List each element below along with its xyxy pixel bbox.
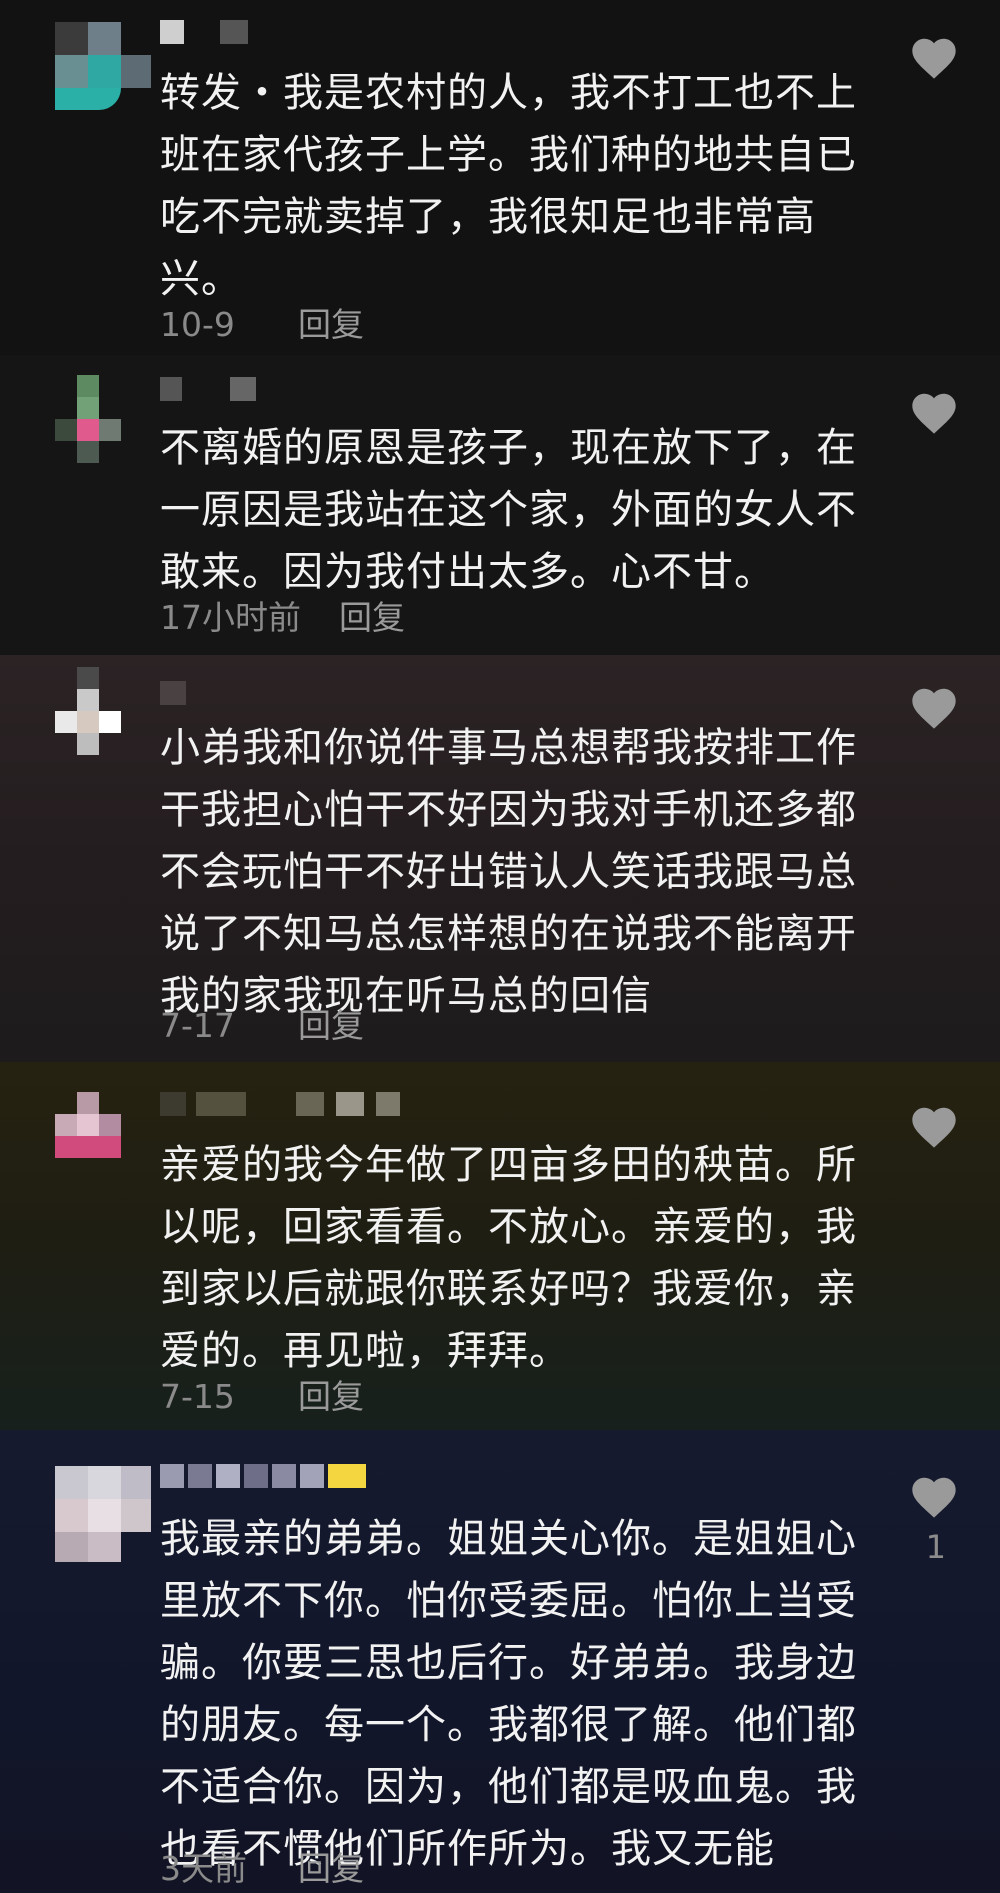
avatar[interactable]	[55, 1092, 155, 1192]
comment-meta: 17小时前 回复	[160, 591, 405, 639]
comment-item: 转发・我是农村的人，我不打工也不上 班在家代孩子上学。我们种的地共自已 吃不完就…	[0, 0, 1000, 355]
avatar[interactable]	[55, 22, 155, 122]
comment-meta: 7-17 回复	[160, 999, 364, 1047]
comment-date: 3天前	[160, 1849, 247, 1888]
reply-button[interactable]: 回复	[298, 298, 364, 346]
like-count: 1	[925, 1528, 946, 1566]
comment-item: 我最亲的弟弟。姐姐关心你。是姐姐心 里放不下你。怕你受委屈。怕你上当受 骗。你要…	[0, 1430, 1000, 1893]
comment-text: 亲爱的我今年做了四亩多田的秧苗。所 以呢，回家看看。不放心。亲爱的，我 到家以后…	[160, 1142, 857, 1374]
reply-button[interactable]: 回复	[298, 999, 364, 1047]
comment-date: 7-17	[160, 1006, 235, 1045]
avatar[interactable]	[55, 1466, 155, 1566]
avatar[interactable]	[55, 375, 155, 475]
comment-text: 小弟我和你说件事马总想帮我按排工作 干我担心怕干不好因为我对手机还多都 不会玩怕…	[160, 725, 857, 1019]
comment-meta: 3天前 回复	[160, 1842, 364, 1890]
heart-icon[interactable]	[908, 1102, 960, 1150]
comment-item: 不离婚的原恩是孩子，现在放下了，在 一原因是我站在这个家，外面的女人不 敢来。因…	[0, 355, 1000, 655]
reply-button[interactable]: 回复	[339, 591, 405, 639]
comment-text: 不离婚的原恩是孩子，现在放下了，在 一原因是我站在这个家，外面的女人不 敢来。因…	[160, 425, 857, 595]
comment-item: 小弟我和你说件事马总想帮我按排工作 干我担心怕干不好因为我对手机还多都 不会玩怕…	[0, 655, 1000, 1062]
comment-text: 转发・我是农村的人，我不打工也不上 班在家代孩子上学。我们种的地共自已 吃不完就…	[160, 70, 857, 302]
comment-date: 7-15	[160, 1377, 235, 1416]
comment-date: 10-9	[160, 305, 235, 344]
reply-button[interactable]: 回复	[298, 1370, 364, 1418]
comment-meta: 7-15 回复	[160, 1370, 364, 1418]
avatar[interactable]	[55, 667, 155, 767]
reply-button[interactable]: 回复	[298, 1842, 364, 1890]
comment-text: 我最亲的弟弟。姐姐关心你。是姐姐心 里放不下你。怕你受委屈。怕你上当受 骗。你要…	[160, 1516, 857, 1872]
comment-item: 亲爱的我今年做了四亩多田的秧苗。所 以呢，回家看看。不放心。亲爱的，我 到家以后…	[0, 1062, 1000, 1430]
comment-date: 17小时前	[160, 598, 301, 637]
comment-meta: 10-9 回复	[160, 298, 364, 346]
heart-icon[interactable]	[908, 33, 960, 81]
heart-icon[interactable]	[908, 683, 960, 731]
heart-icon[interactable]	[908, 388, 960, 436]
heart-icon[interactable]	[908, 1472, 960, 1520]
